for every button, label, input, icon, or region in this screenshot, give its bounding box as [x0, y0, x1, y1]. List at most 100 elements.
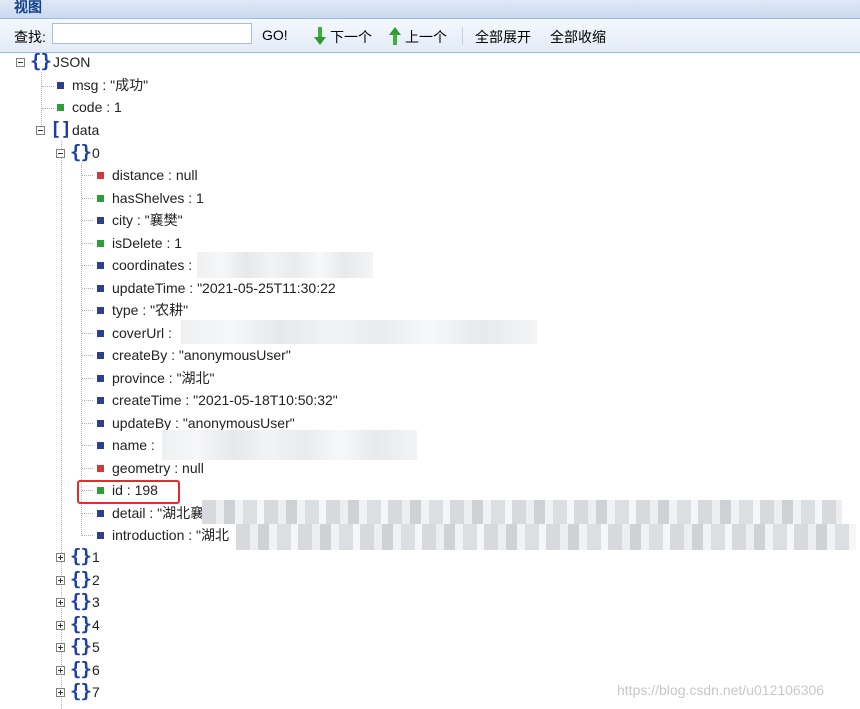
string-type-icon [97, 217, 104, 224]
tree-leaf-text: isDelete : 1 [112, 234, 183, 251]
string-type-icon [97, 397, 104, 404]
tree-leaf-msg[interactable]: msg : "成功" [0, 74, 300, 96]
tree-leaf-text: createTime : "2021-05-18T10:50:32" [112, 392, 338, 408]
tree-leaf-text: msg : "成功" [72, 77, 149, 93]
redacted-value [236, 524, 856, 550]
redacted-value [162, 430, 417, 460]
string-type-icon [97, 307, 104, 314]
string-type-icon [97, 374, 104, 382]
array-icon: [] [50, 118, 72, 140]
tree-leaf-field[interactable]: city : "襄樊" [0, 209, 860, 231]
tree-line [82, 265, 93, 266]
tree-node-item-3[interactable]: {} 3 [0, 590, 200, 613]
tree-line [82, 332, 93, 334]
tree-line [82, 310, 93, 311]
object-icon: {} [70, 657, 92, 680]
tree-leaf-text: coordinates : [112, 257, 193, 273]
tree-line [82, 287, 93, 289]
collapse-all-button[interactable]: 全部收缩 [550, 27, 606, 47]
expand-toggle-icon[interactable] [56, 688, 65, 697]
string-type-icon [57, 82, 64, 89]
tree-node-label: data [72, 122, 100, 138]
object-icon: {} [70, 590, 92, 612]
number-type-icon [57, 104, 64, 111]
tree-leaf-text: code : 1 [72, 99, 122, 115]
expand-toggle-icon[interactable] [56, 665, 65, 675]
tree-leaf-text: hasShelves : 1 [112, 189, 204, 206]
tree-leaf-field[interactable]: type : "农耕" [0, 299, 860, 321]
arrow-up-icon [389, 27, 401, 45]
tree-line [82, 445, 93, 446]
collapse-toggle-icon[interactable] [56, 149, 65, 158]
expand-toggle-icon[interactable] [56, 575, 65, 585]
object-icon: {} [70, 635, 92, 657]
tree-leaf-field[interactable]: createTime : "2021-05-18T10:50:32" [0, 389, 860, 411]
arrow-down-icon [314, 27, 326, 45]
tree-node-item-4[interactable]: {} 4 [0, 612, 200, 636]
tree-node-label: JSON [53, 54, 91, 70]
number-type-icon [97, 194, 104, 202]
tree-leaf-field[interactable]: updateTime : "2021-05-25T11:30:22 [0, 277, 860, 299]
string-type-icon [97, 352, 104, 359]
tree-node-data[interactable]: [] data [0, 118, 200, 141]
redacted-value [202, 500, 842, 524]
tree-node-item-6[interactable]: {} 6 [0, 657, 200, 681]
tree-node-label: 3 [92, 594, 100, 610]
tree-line [82, 535, 93, 536]
tree-leaf-code[interactable]: code : 1 [0, 96, 300, 118]
tree-leaf-text: distance : null [112, 167, 198, 183]
string-type-icon [97, 419, 104, 427]
tree-line [82, 400, 93, 401]
tree-leaf-field[interactable]: coordinates : [0, 254, 860, 276]
string-type-icon [97, 284, 104, 292]
tree-leaf-field[interactable]: isDelete : 1 [0, 232, 860, 254]
string-type-icon [97, 262, 104, 269]
next-button[interactable]: 下一个 [314, 27, 372, 47]
string-type-icon [97, 509, 104, 517]
string-type-icon [97, 329, 104, 337]
tree-leaf-text: updateTime : "2021-05-25T11:30:22 [112, 279, 336, 296]
tree-node-item-2[interactable]: {} 2 [0, 568, 200, 591]
find-label: 查找: [14, 29, 46, 45]
collapse-toggle-icon[interactable] [16, 58, 25, 67]
next-button-label: 下一个 [330, 29, 372, 45]
tree-node-label: 0 [92, 145, 100, 161]
toolbar: 查找: GO! 下一个 上一个 全部展开 全部收缩 [0, 19, 860, 53]
object-icon: {} [30, 50, 52, 72]
tree-leaf-field[interactable]: geometry : null [0, 457, 860, 479]
tree-leaf-field[interactable]: province : "湖北" [0, 367, 860, 389]
tree-leaf-field[interactable]: createBy : "anonymousUser" [0, 344, 860, 366]
tree-line [82, 355, 93, 356]
expand-toggle-icon[interactable] [56, 620, 65, 630]
prev-button[interactable]: 上一个 [389, 27, 447, 47]
tree-leaf-text: name : [112, 437, 155, 453]
null-type-icon [97, 172, 104, 179]
expand-toggle-icon[interactable] [56, 598, 65, 607]
tree-leaf-text: createBy : "anonymousUser" [112, 347, 291, 363]
redacted-value [181, 320, 537, 344]
tree-leaf-field[interactable]: distance : null [0, 164, 860, 186]
find-input[interactable] [52, 23, 252, 44]
collapse-toggle-icon[interactable] [36, 126, 45, 135]
tree-node-item-1[interactable]: {} 1 [0, 545, 200, 568]
tree-leaf-field[interactable]: hasShelves : 1 [0, 187, 860, 209]
tree-leaf-field[interactable]: updateBy : "anonymousUser" [0, 412, 860, 434]
tree-leaf-field[interactable]: name : [0, 434, 860, 456]
go-button[interactable]: GO! [262, 27, 288, 43]
panel-header: 视图 [0, 0, 860, 19]
tree-node-item-5[interactable]: {} 5 [0, 635, 200, 658]
tree-node-item-0[interactable]: {} 0 [0, 141, 200, 164]
tree-node-label: 4 [92, 616, 100, 633]
redacted-value [197, 252, 373, 278]
expand-toggle-icon[interactable] [56, 643, 65, 652]
tree-line [82, 422, 93, 424]
tree-node-label: 2 [92, 571, 100, 588]
expand-all-button[interactable]: 全部展开 [475, 27, 531, 47]
string-type-icon [97, 532, 104, 539]
tree-node-root[interactable]: {} JSON [0, 50, 200, 73]
object-icon: {} [70, 612, 92, 635]
panel-title: 视图 [14, 0, 42, 15]
tree-node-label: 7 [92, 684, 100, 700]
expand-toggle-icon[interactable] [56, 553, 65, 562]
tree-node-item-7[interactable]: {} 7 [0, 680, 200, 703]
